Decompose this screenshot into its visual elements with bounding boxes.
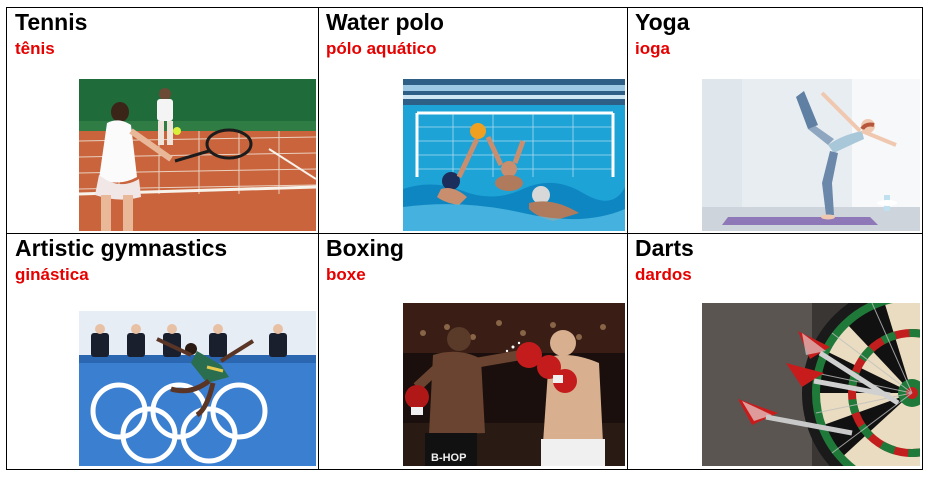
sport-title: Artistic gymnastics: [15, 235, 228, 261]
cell-artistic-gymnastics: Artistic gymnastics ginástica: [7, 234, 318, 471]
boxer-trunks-text: B-HOP: [431, 452, 466, 464]
sport-translation: ginástica: [15, 265, 89, 284]
sport-translation: pólo aquático: [326, 39, 437, 58]
sport-title: Boxing: [326, 235, 404, 261]
sport-translation: ioga: [635, 39, 670, 58]
boxing-photo: B-HOP: [403, 303, 625, 466]
cell-darts: Darts dardos: [627, 234, 924, 471]
tennis-photo: [79, 79, 316, 231]
sport-title: Water polo: [326, 9, 444, 35]
sport-translation: tênis: [15, 39, 55, 58]
sport-translation: dardos: [635, 265, 692, 284]
sport-title: Tennis: [15, 9, 88, 35]
sport-title: Yoga: [635, 9, 690, 35]
yoga-photo: [702, 79, 920, 231]
darts-photo: [702, 303, 920, 466]
vocabulary-table: Tennis tênis Water polo pólo aquático Yo…: [6, 7, 923, 470]
cell-yoga: Yoga ioga: [627, 8, 924, 233]
sport-translation: boxe: [326, 265, 366, 284]
water-polo-photo: [403, 79, 625, 231]
sport-title: Darts: [635, 235, 694, 261]
cell-boxing: Boxing boxe B-HOP: [318, 234, 627, 471]
cell-tennis: Tennis tênis: [7, 8, 318, 233]
gymnastics-photo: [79, 311, 316, 466]
cell-water-polo: Water polo pólo aquático: [318, 8, 627, 233]
